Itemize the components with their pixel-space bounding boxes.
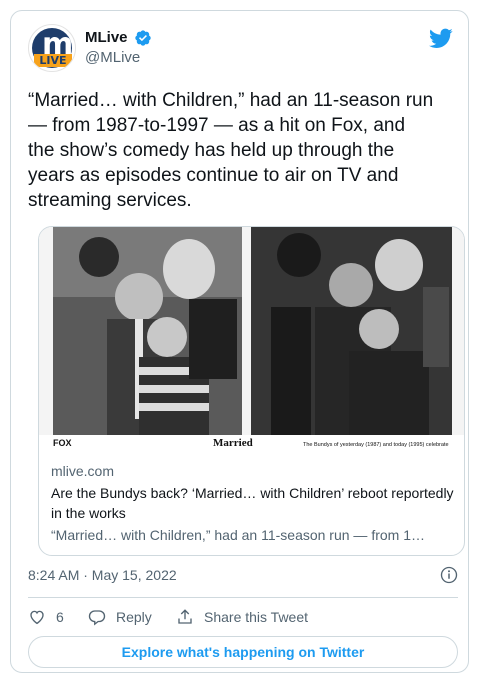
tweet-header: m LIVE MLive @MLive	[28, 24, 453, 72]
avatar-logo-sub: LIVE	[34, 54, 72, 67]
reply-button[interactable]: Reply	[88, 605, 152, 629]
tweet-text: “Married… with Children,” had an 11-seas…	[28, 90, 434, 211]
verified-badge-icon	[135, 30, 151, 46]
image-caption-center: Married	[213, 437, 253, 449]
author-display-name[interactable]: MLive	[85, 28, 128, 48]
image-caption-right: The Bundys of yesterday (1987) and today…	[303, 442, 449, 448]
timestamp-row: 8:24 AM · May 15, 2022	[28, 563, 458, 587]
link-preview-meta: mlive.com Are the Bundys back? ‘Married……	[51, 461, 456, 545]
avatar[interactable]: m LIVE	[28, 24, 76, 72]
info-icon[interactable]	[440, 566, 458, 584]
link-preview-image: FOX Married The Bundys of yesterday (198…	[39, 227, 464, 449]
explore-twitter-button[interactable]: Explore what's happening on Twitter	[28, 636, 458, 668]
link-preview-card[interactable]: FOX Married The Bundys of yesterday (198…	[38, 226, 465, 556]
divider	[28, 597, 458, 598]
like-count: 6	[56, 609, 64, 625]
share-button[interactable]: Share this Tweet	[176, 605, 308, 629]
reply-label: Reply	[116, 609, 152, 625]
like-button[interactable]: 6	[28, 605, 64, 629]
link-description: “Married… with Children,” had an 11-seas…	[51, 527, 426, 543]
author-handle[interactable]: @MLive	[85, 48, 152, 68]
share-label: Share this Tweet	[204, 609, 309, 625]
tweet-actions: 6 Reply Share this Tweet	[28, 605, 458, 629]
heart-icon	[30, 610, 44, 625]
author-names: MLive @MLive	[85, 28, 152, 68]
image-caption-left: FOX	[53, 438, 72, 448]
share-icon	[178, 609, 192, 624]
twitter-bird-icon[interactable]	[429, 26, 453, 50]
tweet-timestamp[interactable]: 8:24 AM · May 15, 2022	[28, 567, 177, 583]
reply-icon	[88, 610, 106, 626]
link-title[interactable]: Are the Bundys back? ‘Married… with Chil…	[51, 483, 456, 523]
tweet-card: m LIVE MLive @MLive “Married… with Child…	[10, 10, 469, 673]
link-domain: mlive.com	[51, 463, 115, 479]
